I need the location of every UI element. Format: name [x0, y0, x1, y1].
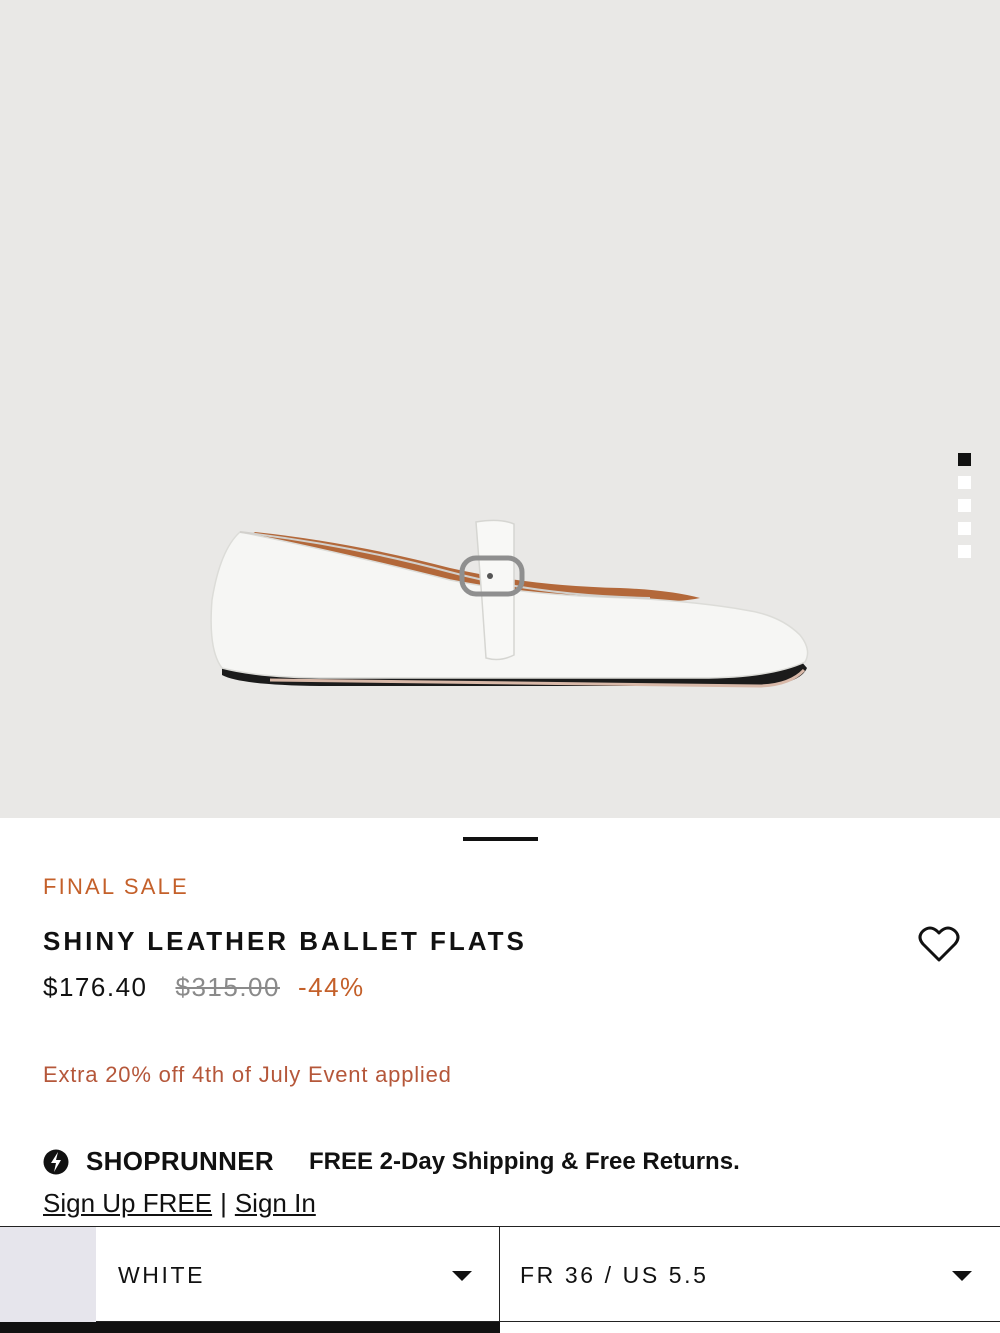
product-title: SHINY LEATHER BALLET FLATS [43, 926, 527, 956]
shoprunner-links: Sign Up FREE | Sign In [43, 1188, 316, 1219]
shoprunner-brand: SHOPRUNNER [86, 1146, 274, 1176]
gallery-dot-1[interactable] [958, 453, 971, 466]
gallery-pagination [958, 453, 972, 568]
chevron-down-icon [952, 1271, 972, 1281]
gallery-dot-5[interactable] [958, 545, 971, 558]
gallery-dot-2[interactable] [958, 476, 971, 489]
color-select[interactable]: WHITE [0, 1227, 500, 1322]
promo-message: Extra 20% off 4th of July Event applied [43, 1062, 452, 1087]
size-select-value: FR 36 / US 5.5 [520, 1262, 709, 1288]
size-select[interactable]: FR 36 / US 5.5 [500, 1227, 1000, 1322]
price-row: $176.40 $315.00 -44% [43, 972, 365, 1003]
shoprunner-message: FREE 2-Day Shipping & Free Returns. [309, 1148, 740, 1175]
heart-outline-icon [918, 926, 960, 962]
chevron-down-icon [452, 1271, 472, 1281]
shoprunner-signup-link[interactable]: Sign Up FREE [43, 1188, 212, 1218]
color-swatch [0, 1227, 96, 1322]
final-sale-badge: FINAL SALE [43, 874, 189, 899]
gallery-dot-3[interactable] [958, 499, 971, 512]
sale-price: $176.40 [43, 972, 148, 1002]
original-price: $315.00 [175, 972, 280, 1002]
shoprunner-logo-icon [43, 1149, 69, 1175]
product-image-ballet-flat [210, 519, 809, 688]
variant-selectors: WHITE FR 36 / US 5.5 [0, 1226, 1000, 1322]
sheet-drag-handle[interactable] [463, 837, 538, 841]
add-to-bag-bar[interactable] [0, 1322, 500, 1333]
color-select-value: WHITE [118, 1262, 206, 1288]
gallery-dot-4[interactable] [958, 522, 971, 535]
link-separator: | [220, 1188, 227, 1218]
shoprunner-signin-link[interactable]: Sign In [235, 1188, 316, 1218]
wishlist-button[interactable] [918, 924, 960, 964]
product-image-gallery[interactable] [0, 0, 1000, 818]
discount-percent: -44% [297, 972, 365, 1002]
